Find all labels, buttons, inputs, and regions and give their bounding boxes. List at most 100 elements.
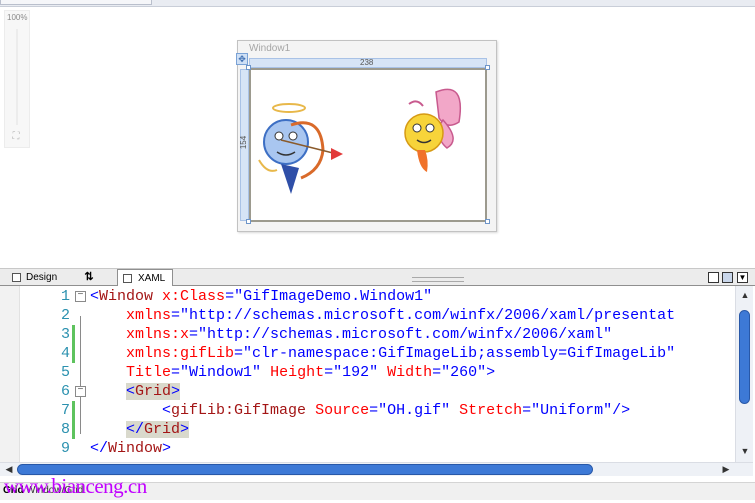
resize-handle-bottom-right[interactable] <box>485 219 490 224</box>
document-tab[interactable] <box>0 0 152 5</box>
vertical-split-icon[interactable] <box>708 272 719 283</box>
splitter-grip[interactable] <box>412 277 464 282</box>
code-text: </Grid> <box>90 420 190 439</box>
code-token: > <box>162 440 172 457</box>
code-token: < <box>126 383 136 400</box>
code-text: </Window> <box>90 439 171 458</box>
collapse-icon[interactable]: − <box>75 386 86 397</box>
scroll-right-icon[interactable]: ▶ <box>719 463 733 475</box>
height-ruler[interactable]: 154 <box>239 69 249 221</box>
resize-handle-top-left[interactable] <box>246 65 251 70</box>
line-number: 1 <box>60 288 70 305</box>
code-token: Grid <box>144 421 181 438</box>
code-line[interactable]: 8 </Grid> <box>0 420 735 439</box>
line-number: 7 <box>60 402 70 419</box>
zoom-level-label: 100% <box>7 13 28 22</box>
line-number: 8 <box>60 421 70 438</box>
resize-handle-bottom-left[interactable] <box>246 219 251 224</box>
line-number: 6 <box>60 383 70 400</box>
change-marker <box>72 420 75 439</box>
change-marker <box>72 401 75 420</box>
window-preview-title: Window1 <box>249 43 291 54</box>
move-handle-icon[interactable]: ✥ <box>236 53 248 65</box>
line-number: 5 <box>60 364 70 381</box>
code-line[interactable]: 3 xmlns:x="http://schemas.microsoft.com/… <box>0 325 735 344</box>
line-number: 9 <box>60 440 70 457</box>
butterfly-smiley-image <box>404 88 461 172</box>
change-marker <box>72 325 75 344</box>
tab-xaml-label: XAML <box>138 273 166 284</box>
code-token: ="clr-namespace:GifImageLib;assembly=Gif… <box>234 345 676 362</box>
code-token: Source <box>315 402 370 419</box>
width-readout: 238 <box>360 58 374 67</box>
code-token: ="Window1" <box>171 364 271 381</box>
code-token: < <box>90 288 100 305</box>
code-text: xmlns="http://schemas.microsoft.com/winf… <box>90 306 675 325</box>
view-tabbar: Design ⇅ XAML ▼ <box>0 268 755 288</box>
code-line[interactable]: 2 xmlns="http://schemas.microsoft.com/wi… <box>0 306 735 325</box>
swap-panes-icon[interactable]: ⇅ <box>74 269 104 287</box>
line-number: 2 <box>60 307 70 324</box>
code-token: xmlns <box>126 307 172 324</box>
collapse-pane-icon[interactable]: ▼ <box>737 272 748 283</box>
code-token: x:Class <box>162 288 226 305</box>
grid-content-area[interactable] <box>249 68 487 222</box>
code-token: ="192" <box>324 364 388 381</box>
horizontal-split-icon[interactable] <box>722 272 733 283</box>
line-number: 3 <box>60 326 70 343</box>
code-editor[interactable]: 1− <Window x:Class="GifImageDemo.Window1"… <box>0 286 735 462</box>
code-line[interactable]: 9 </Window> <box>0 439 735 458</box>
resize-handle-top-right[interactable] <box>485 65 490 70</box>
code-token: ="Uniform"/> <box>522 402 631 419</box>
code-text: <Window x:Class="GifImageDemo.Window1" <box>90 287 432 306</box>
tab-design-label: Design <box>26 272 58 283</box>
collapse-icon[interactable]: − <box>75 291 86 302</box>
code-token: > <box>180 421 190 438</box>
code-token: Window <box>108 440 163 457</box>
zoom-slider-track[interactable] <box>16 29 18 125</box>
code-token: Stretch <box>459 402 523 419</box>
scroll-down-icon[interactable]: ▼ <box>738 444 752 458</box>
code-line[interactable]: 7 <gifLib:GifImage Source="OH.gif" Stret… <box>0 401 735 420</box>
code-line[interactable]: 1− <Window x:Class="GifImageDemo.Window1" <box>0 287 735 306</box>
scroll-up-icon[interactable]: ▲ <box>738 288 752 302</box>
code-line[interactable]: 6− <Grid> <box>0 382 735 401</box>
zoom-panel[interactable]: 100% ⛶ <box>4 10 30 148</box>
watermark-text: www.bianceng.cn <box>4 474 147 498</box>
code-token: > <box>171 383 181 400</box>
tab-design[interactable]: Design <box>8 269 66 287</box>
vertical-scrollbar[interactable]: ▲ ▼ <box>735 286 753 462</box>
code-token: ="OH.gif" <box>369 402 460 419</box>
code-line[interactable]: 4 xmlns:gifLib="clr-namespace:GifImageLi… <box>0 344 735 363</box>
design-view-icon <box>12 273 21 282</box>
code-text: <Grid> <box>90 382 181 401</box>
code-token: ="GifImageDemo.Window1" <box>225 288 433 305</box>
code-line[interactable]: 5 Title="Window1" Height="192" Width="26… <box>0 363 735 382</box>
design-surface[interactable]: 100% ⛶ Window1 ✥ 238 154 <box>0 0 755 268</box>
vertical-scroll-thumb[interactable] <box>739 310 750 404</box>
fit-to-window-icon[interactable]: ⛶ <box>9 131 23 143</box>
code-token: </ <box>90 440 109 457</box>
width-ruler[interactable]: 238 <box>249 58 487 68</box>
line-number: 4 <box>60 345 70 362</box>
code-token: Height <box>270 364 325 381</box>
cupid-image <box>258 103 343 194</box>
code-token: Window <box>99 288 154 305</box>
height-readout: 154 <box>239 135 249 150</box>
code-token: gifLib:GifImage <box>171 402 307 419</box>
code-token: xmlns:x <box>126 326 190 343</box>
code-text: <gifLib:GifImage Source="OH.gif" Stretch… <box>90 401 630 420</box>
gif-image-preview <box>258 88 461 194</box>
code-token: Grid <box>135 383 172 400</box>
xaml-editor-pane: Design ⇅ XAML ▼ 1− <Window x:Class="GifIm… <box>0 268 755 503</box>
code-token: Title <box>126 364 172 381</box>
code-token: < <box>162 402 172 419</box>
